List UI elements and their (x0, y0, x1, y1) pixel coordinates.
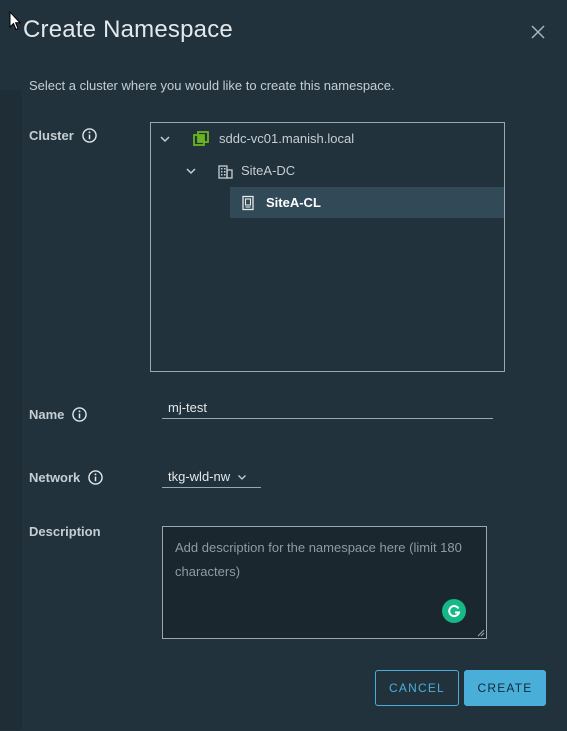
chevron-down-icon (238, 474, 247, 480)
network-select-value: tkg-wld-nw (168, 469, 231, 484)
tree-item-label: SiteA-DC (241, 163, 296, 178)
cluster-icon (242, 195, 254, 210)
datacenter-icon (218, 164, 233, 179)
cluster-label: Cluster (29, 128, 74, 143)
name-input[interactable] (162, 397, 493, 419)
network-label: Network (29, 470, 81, 485)
grammarly-g-icon (448, 605, 461, 617)
info-icon[interactable] (82, 128, 97, 143)
cluster-tree: sddc-vc01.manish.local SiteA-DC SiteA-CL (150, 122, 505, 372)
tree-item-label: SiteA-CL (266, 195, 321, 210)
cluster-label-group: Cluster (29, 128, 97, 143)
resize-handle-icon[interactable] (476, 628, 485, 637)
tree-item-datacenter[interactable]: SiteA-DC (185, 155, 504, 186)
create-namespace-dialog: Create Namespace Select a cluster where … (0, 0, 567, 731)
network-label-group: Network (29, 470, 104, 485)
description-textarea[interactable]: Add description for the namespace here (… (162, 526, 487, 639)
create-button[interactable]: CREATE (464, 670, 546, 706)
description-label-group: Description (29, 524, 101, 539)
tree-item-label: sddc-vc01.manish.local (219, 131, 355, 146)
description-placeholder: Add description for the namespace here (… (175, 540, 462, 579)
network-select[interactable]: tkg-wld-nw (162, 466, 261, 488)
tree-item-vcenter[interactable]: sddc-vc01.manish.local (159, 123, 504, 154)
name-label-group: Name (29, 407, 88, 422)
info-icon[interactable] (88, 470, 104, 485)
description-label: Description (29, 524, 101, 539)
mouse-pointer-icon (9, 11, 21, 31)
tree-item-cluster[interactable]: SiteA-CL (230, 187, 504, 218)
close-icon[interactable] (530, 24, 546, 40)
info-icon[interactable] (72, 407, 88, 422)
chevron-down-icon[interactable] (185, 165, 197, 177)
cancel-button[interactable]: CANCEL (375, 670, 459, 706)
chevron-down-icon[interactable] (159, 133, 171, 145)
background-strip (0, 90, 22, 730)
dialog-title: Create Namespace (23, 16, 233, 43)
grammarly-icon[interactable] (442, 599, 466, 623)
name-label: Name (29, 407, 65, 422)
dialog-subtitle: Select a cluster where you would like to… (29, 78, 395, 93)
vcenter-icon (193, 130, 209, 146)
